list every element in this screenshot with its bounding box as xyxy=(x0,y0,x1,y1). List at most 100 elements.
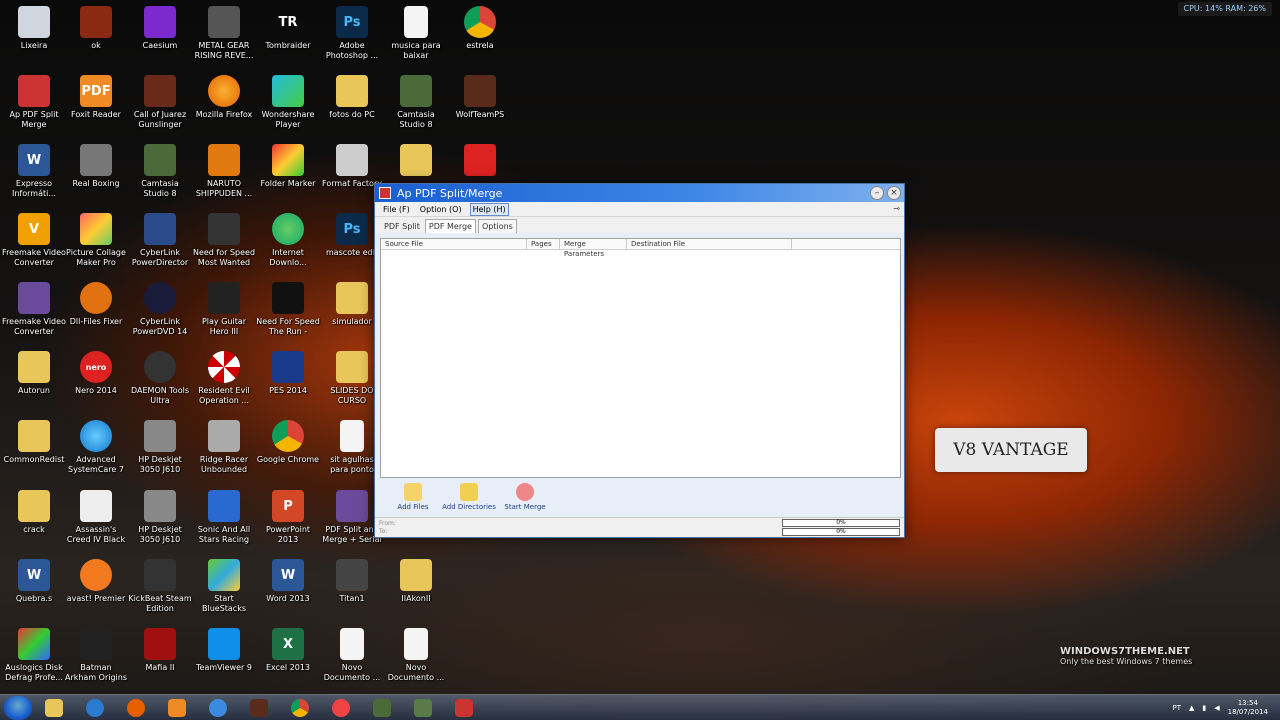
start-merge-button[interactable]: Start Merge xyxy=(502,480,548,518)
desktop-icon-dll-fixer[interactable]: Dll-Files Fixer xyxy=(62,278,130,346)
column-destination-file[interactable]: Destination File xyxy=(627,239,792,249)
desktop-icon-ridge-racer[interactable]: Ridge Racer Unbounded xyxy=(190,416,258,484)
close-button[interactable]: × xyxy=(887,186,901,200)
desktop-icon-caesium[interactable]: Caesium xyxy=(126,2,194,70)
desktop-icon-kickbeat[interactable]: KickBeat Steam Edition xyxy=(126,555,194,623)
desktop-icon-fotos[interactable]: fotos do PC xyxy=(318,71,386,139)
desktop-icon-auslogics[interactable]: Auslogics Disk Defrag Profe... xyxy=(0,624,68,692)
taskbar-firefox[interactable] xyxy=(117,696,155,720)
desktop-icon-picture-collage[interactable]: Picture Collage Maker Pro xyxy=(62,209,130,277)
desktop-icon-expresso[interactable]: W Expresso Informáti... xyxy=(0,140,68,208)
desktop-icon-assassins-creed[interactable]: Assassin's Creed IV Black Flag xyxy=(62,486,130,554)
desktop-icon-recycle-bin[interactable]: Lixeira xyxy=(0,2,68,70)
desktop-icon-bluestacks[interactable]: Start BlueStacks xyxy=(190,555,258,623)
desktop-icon-internet-download[interactable]: Internet Downlo... xyxy=(254,209,322,277)
language-indicator[interactable]: PT xyxy=(1173,704,1182,712)
desktop-icon-novo-doc-2[interactable]: Novo Documento ... xyxy=(382,624,450,692)
desktop-icon-guitar-hero[interactable]: Play Guitar Hero III xyxy=(190,278,258,346)
column-source-file[interactable]: Source File xyxy=(381,239,527,249)
desktop-icon-photoshop[interactable]: Ps Adobe Photoshop ... xyxy=(318,2,386,70)
desktop-icon-excel[interactable]: X Excel 2013 xyxy=(254,624,322,692)
taskbar-ap-pdf[interactable] xyxy=(445,696,483,720)
taskbar-app-red[interactable] xyxy=(322,696,360,720)
desktop-icon-powerdvd[interactable]: CyberLink PowerDVD 14 xyxy=(126,278,194,346)
taskbar-camtasia-2[interactable] xyxy=(404,696,442,720)
desktop-icon-naruto[interactable]: NARUTO SHIPPUDEN ... xyxy=(190,140,258,208)
desktop-icon-hp-deskjet[interactable]: HP Deskjet 3050 J610 series xyxy=(126,486,194,554)
desktop-icon-folder-marker[interactable]: Folder Marker xyxy=(254,140,322,208)
desktop-icon-powerpoint[interactable]: P PowerPoint 2013 xyxy=(254,486,322,554)
clock[interactable]: 13:54 18/07/2014 xyxy=(1228,699,1268,717)
desktop-icon-tombraider[interactable]: TR Tombraider xyxy=(254,2,322,70)
desktop-icon-resident-evil[interactable]: Resident Evil Operation ... xyxy=(190,347,258,415)
desktop-icon-call-of-juarez[interactable]: Call of Juarez Gunslinger xyxy=(126,71,194,139)
column-merge-parameters[interactable]: Merge Parameters xyxy=(560,239,627,258)
taskbar-explorer[interactable] xyxy=(35,696,73,720)
desktop-icon-metal-gear[interactable]: METAL GEAR RISING REVE... xyxy=(190,2,258,70)
add-directories-button[interactable]: Add Directories xyxy=(442,480,496,518)
desktop-icon-mafia[interactable]: Mafia II xyxy=(126,624,194,692)
desktop-icon-pes[interactable]: PES 2014 xyxy=(254,347,322,415)
desktop-icon-word[interactable]: W Word 2013 xyxy=(254,555,322,623)
desktop-icon-iiakonii[interactable]: IIAkonII xyxy=(382,555,450,623)
game-icon xyxy=(80,628,112,660)
desktop-icon-freemake-video[interactable]: V Freemake Video Converter xyxy=(0,209,68,277)
desktop-icon-hp-scan[interactable]: HP Deskjet 3050 J610 series Scan xyxy=(126,416,194,484)
desktop-icon-crack[interactable]: crack xyxy=(0,486,68,554)
menu-option[interactable]: Option (O) xyxy=(418,204,464,215)
file-icon xyxy=(340,628,364,660)
desktop-icon-camtasia[interactable]: Camtasia Studio 8 xyxy=(382,71,450,139)
desktop-icon-novo-doc-1[interactable]: Novo Documento ... xyxy=(318,624,386,692)
desktop-icon-nero[interactable]: nero Nero 2014 xyxy=(62,347,130,415)
minimize-button[interactable]: – xyxy=(870,186,884,200)
desktop-icon-nfs-the-run[interactable]: Need For Speed The Run - Atalho xyxy=(254,278,322,346)
desktop-icon-google-chrome[interactable]: Google Chrome xyxy=(254,416,322,484)
desktop-icon-estrela[interactable]: estrela xyxy=(446,2,514,70)
desktop-icon-powerdirector[interactable]: CyberLink PowerDirector 11 xyxy=(126,209,194,277)
start-button[interactable] xyxy=(4,695,32,720)
taskbar-wolfteam[interactable] xyxy=(240,696,278,720)
window-titlebar[interactable]: Ap PDF Split/Merge – × xyxy=(375,184,904,202)
taskbar-camtasia[interactable] xyxy=(363,696,401,720)
desktop-icon-teamviewer[interactable]: TeamViewer 9 xyxy=(190,624,258,692)
desktop-icon-firefox[interactable]: Mozilla Firefox xyxy=(190,71,258,139)
desktop-icon-titan[interactable]: Titan1 xyxy=(318,555,386,623)
desktop-icon-wondershare[interactable]: Wondershare Player xyxy=(254,71,322,139)
desktop-icon-ap-pdf[interactable]: Ap PDF Split Merge xyxy=(0,71,68,139)
desktop-icon-freemake-gold[interactable]: Freemake Video Converter Gold... xyxy=(0,278,68,346)
desktop-icon-commonredist[interactable]: CommonRedist xyxy=(0,416,68,484)
merge-file-list[interactable]: Source File Pages Merge Parameters Desti… xyxy=(380,238,901,478)
desktop-icon-foxit[interactable]: PDF Foxit Reader xyxy=(62,71,130,139)
volume-icon[interactable]: ◀ xyxy=(1214,704,1219,712)
add-files-button[interactable]: Add Files xyxy=(390,480,436,518)
desktop-icon-wolfteam[interactable]: WolfTeamPS xyxy=(446,71,514,139)
desktop-icon-daemon[interactable]: DAEMON Tools Ultra xyxy=(126,347,194,415)
desktop-icon-real-boxing[interactable]: Real Boxing xyxy=(62,140,130,208)
tab-options[interactable]: Options xyxy=(477,219,517,233)
desktop-icon-quebra[interactable]: W Quebra.s xyxy=(0,555,68,623)
network-icon[interactable]: ▮ xyxy=(1202,704,1206,712)
desktop-icon-avast[interactable]: avast! Premier xyxy=(62,555,130,623)
desktop-icon-musica[interactable]: musica para baixar xyxy=(382,2,450,70)
internet-explorer-icon xyxy=(86,698,104,717)
desktop-icon-batman[interactable]: Batman Arkham Origins xyxy=(62,624,130,692)
desktop-icon-advanced-systemcare[interactable]: Advanced SystemCare 7 xyxy=(62,416,130,484)
taskbar-ie[interactable] xyxy=(76,696,114,720)
status-to: To: xyxy=(379,528,388,535)
desktop-icon-nfs-most-wanted[interactable]: Need for Speed Most Wanted xyxy=(190,209,258,277)
taskbar-media-player[interactable] xyxy=(158,696,196,720)
tray-arrow-icon[interactable]: ▲ xyxy=(1189,704,1194,712)
desktop-icon-sonic[interactable]: Sonic And All Stars Racing xyxy=(190,486,258,554)
desktop-icon-camtasia-2[interactable]: Camtasia Studio 8 xyxy=(126,140,194,208)
pin-icon[interactable]: ⊸ xyxy=(893,204,900,213)
column-pages[interactable]: Pages xyxy=(527,239,560,249)
caesium-icon xyxy=(144,6,176,38)
taskbar-ie-2[interactable] xyxy=(199,696,237,720)
tab-pdf-split[interactable]: PDF Split xyxy=(381,220,423,233)
taskbar-chrome[interactable] xyxy=(281,696,319,720)
desktop-icon-ok[interactable]: ok xyxy=(62,2,130,70)
tab-pdf-merge[interactable]: PDF Merge xyxy=(424,219,476,233)
menu-file[interactable]: File (F) xyxy=(381,204,412,215)
menu-help[interactable]: Help (H) xyxy=(469,202,509,216)
desktop-icon-autorun[interactable]: Autorun xyxy=(0,347,68,415)
